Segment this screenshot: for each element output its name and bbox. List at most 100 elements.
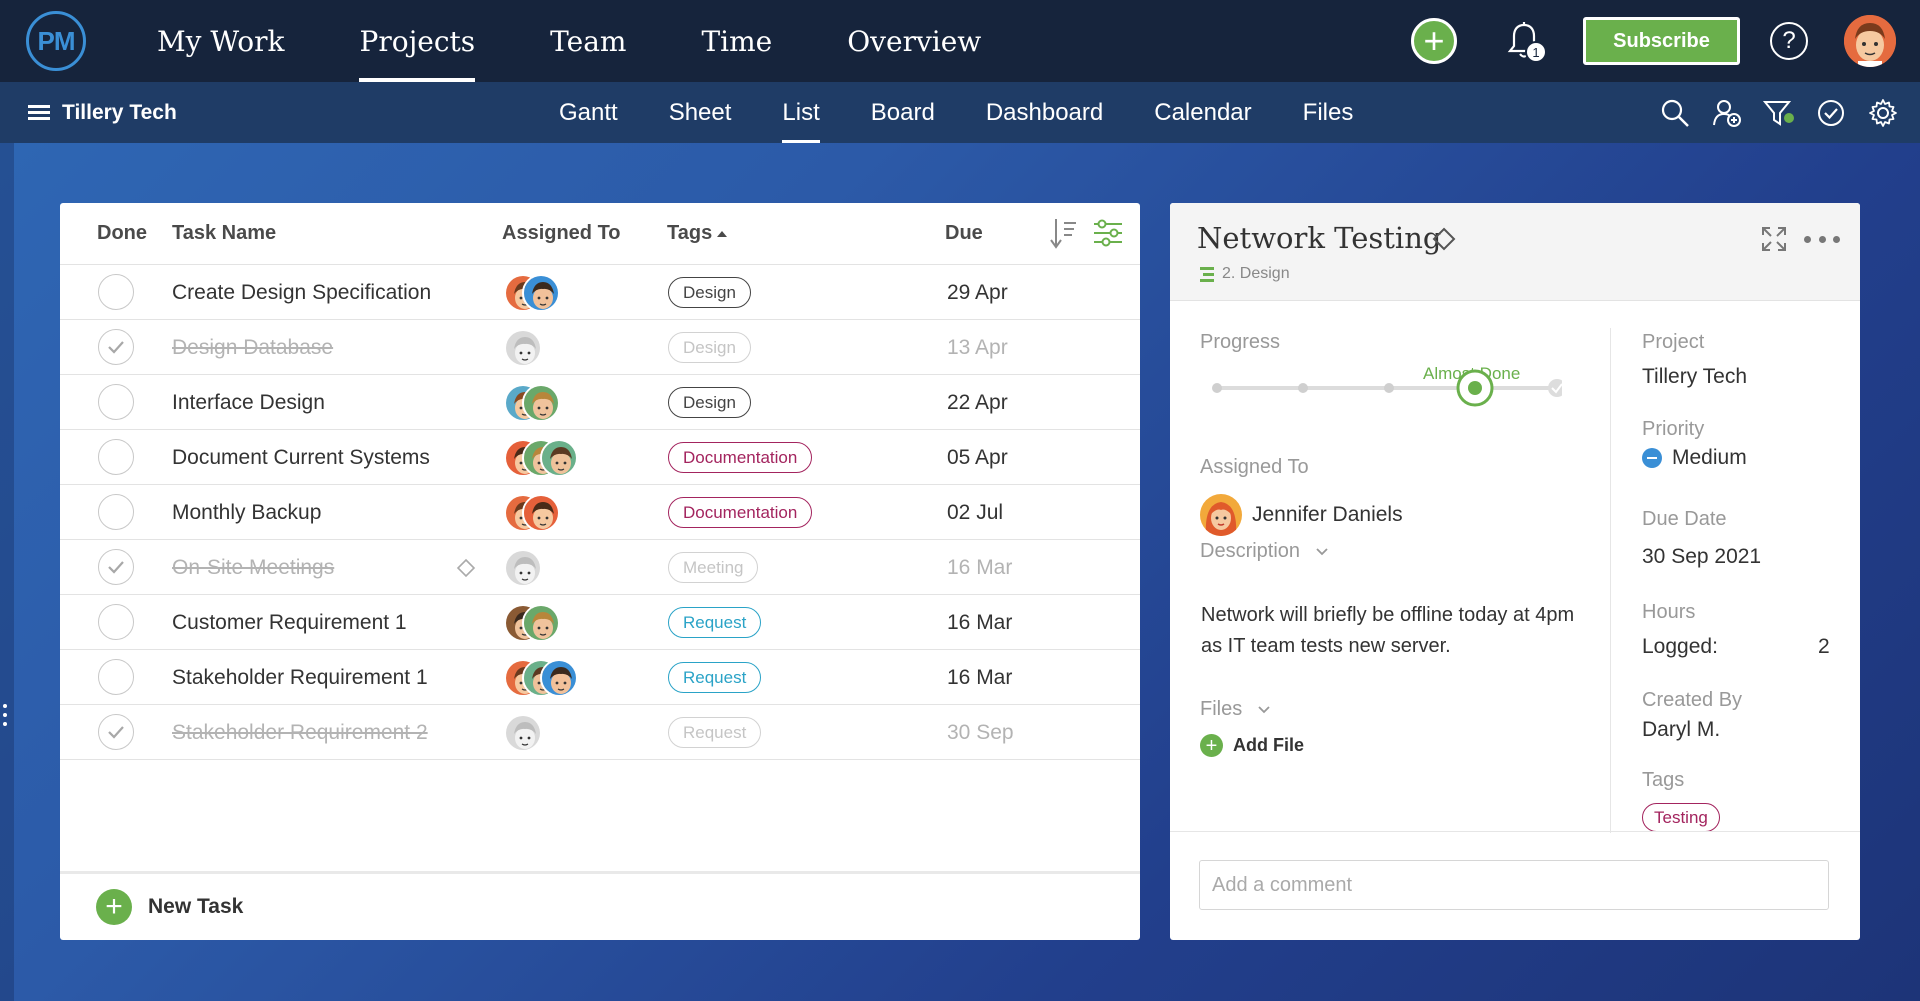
table-row[interactable]: On-Site Meetings Meeting 16 Mar: [60, 540, 1140, 595]
subscribe-button[interactable]: Subscribe: [1583, 17, 1740, 65]
nav-overview[interactable]: Overview: [847, 0, 981, 82]
avatar[interactable]: [540, 439, 578, 477]
user-avatar[interactable]: [1844, 15, 1896, 67]
task-name[interactable]: On-Site Meetings: [172, 540, 334, 595]
complete-checkbox[interactable]: [98, 329, 134, 365]
avatar[interactable]: [522, 494, 560, 532]
column-header-task-name[interactable]: Task Name: [172, 203, 276, 264]
nav-time[interactable]: Time: [701, 0, 772, 82]
column-settings-sliders-icon[interactable]: [1092, 217, 1124, 249]
due-date[interactable]: 30 Sep: [947, 705, 1014, 760]
milestone-diamond-icon[interactable]: [456, 558, 476, 578]
priority-select[interactable]: Medium: [1642, 446, 1747, 470]
assignee-avatars[interactable]: [504, 604, 560, 642]
assignee[interactable]: Jennifer Daniels: [1200, 494, 1403, 536]
complete-checkbox[interactable]: [98, 494, 134, 530]
avatar[interactable]: [540, 659, 578, 697]
due-date[interactable]: 13 Apr: [947, 320, 1008, 375]
tab-calendar[interactable]: Calendar: [1154, 82, 1251, 143]
add-new-button[interactable]: +: [1411, 18, 1457, 64]
task-name[interactable]: Document Current Systems: [172, 430, 430, 485]
task-tag[interactable]: Documentation: [668, 442, 813, 473]
notifications-bell-icon[interactable]: 1: [1507, 21, 1547, 63]
due-date[interactable]: 22 Apr: [947, 375, 1008, 430]
progress-step-2[interactable]: [1384, 383, 1394, 393]
avatar[interactable]: [504, 549, 542, 587]
milestone-diamond-icon[interactable]: [1432, 227, 1456, 251]
parent-task-breadcrumb[interactable]: 2. Design: [1200, 265, 1290, 283]
assignee-avatars[interactable]: [504, 659, 578, 697]
detail-task-title[interactable]: Network Testing: [1197, 221, 1441, 255]
table-row[interactable]: Stakeholder Requirement 1 Request 16 Mar: [60, 650, 1140, 705]
assignee-avatars[interactable]: [504, 439, 578, 477]
search-icon[interactable]: [1658, 96, 1692, 130]
progress-slider[interactable]: [1212, 363, 1562, 413]
due-date[interactable]: 16 Mar: [947, 650, 1012, 705]
expand-icon[interactable]: [1760, 225, 1788, 253]
more-options-icon[interactable]: [1804, 225, 1840, 253]
nav-team[interactable]: Team: [550, 0, 626, 82]
pm-logo[interactable]: PM: [26, 11, 86, 71]
progress-step-1[interactable]: [1298, 383, 1308, 393]
nav-my-work[interactable]: My Work: [157, 0, 284, 82]
table-row[interactable]: Design Database Design 13 Apr: [60, 320, 1140, 375]
assignee-avatars[interactable]: [504, 384, 560, 422]
tab-dashboard[interactable]: Dashboard: [986, 82, 1103, 143]
tab-board[interactable]: Board: [871, 82, 935, 143]
due-date[interactable]: 16 Mar: [947, 595, 1012, 650]
help-icon[interactable]: ?: [1770, 22, 1808, 60]
table-row[interactable]: Document Current Systems Documentation 05 …: [60, 430, 1140, 485]
column-header-done[interactable]: Done: [97, 203, 147, 264]
task-tag[interactable]: Request: [668, 662, 762, 693]
due-date[interactable]: 16 Mar: [947, 540, 1012, 595]
due-date-value[interactable]: 30 Sep 2021: [1642, 545, 1761, 569]
task-name[interactable]: Stakeholder Requirement 2: [172, 705, 428, 760]
table-row[interactable]: Create Design Specification Design 29 Apr: [60, 265, 1140, 320]
assignee-avatars[interactable]: [504, 549, 542, 587]
task-tag[interactable]: Design: [668, 387, 751, 418]
column-header-due[interactable]: Due: [945, 203, 983, 264]
complete-checkbox[interactable]: [98, 604, 134, 640]
task-tag[interactable]: Design: [668, 277, 751, 308]
avatar[interactable]: [504, 329, 542, 367]
complete-checkbox[interactable]: [98, 274, 134, 310]
project-menu-toggle[interactable]: Tillery Tech: [28, 82, 177, 143]
complete-checkbox[interactable]: [98, 714, 134, 750]
files-toggle[interactable]: Files: [1200, 698, 1270, 721]
task-name[interactable]: Customer Requirement 1: [172, 595, 407, 650]
task-tag[interactable]: Meeting: [668, 552, 759, 583]
avatar[interactable]: [504, 714, 542, 752]
complete-checkbox[interactable]: [98, 384, 134, 420]
assignee-avatars[interactable]: [504, 274, 560, 312]
complete-checkbox[interactable]: [98, 659, 134, 695]
assignee-avatars[interactable]: [504, 494, 560, 532]
task-tag[interactable]: Request: [668, 607, 762, 638]
assignee-avatars[interactable]: [504, 329, 542, 367]
task-tag[interactable]: Request: [668, 717, 762, 748]
add-user-icon[interactable]: [1710, 96, 1744, 130]
complete-checkbox[interactable]: [98, 549, 134, 585]
table-row[interactable]: Monthly Backup Documentation 02 Jul: [60, 485, 1140, 540]
sort-order-icon[interactable]: [1048, 215, 1078, 251]
table-row[interactable]: Customer Requirement 1 Request 16 Mar: [60, 595, 1140, 650]
tag-testing[interactable]: Testing: [1642, 803, 1720, 832]
column-header-tags[interactable]: Tags: [667, 203, 729, 264]
column-header-assigned[interactable]: Assigned To: [502, 203, 621, 264]
task-name[interactable]: Monthly Backup: [172, 485, 321, 540]
task-tag[interactable]: Design: [668, 332, 751, 363]
add-file-button[interactable]: + Add File: [1200, 734, 1304, 757]
progress-step-0[interactable]: [1212, 383, 1222, 393]
nav-projects[interactable]: Projects: [359, 0, 475, 82]
task-name[interactable]: Create Design Specification: [172, 265, 431, 320]
task-name[interactable]: Design Database: [172, 320, 333, 375]
avatar[interactable]: [522, 604, 560, 642]
task-name[interactable]: Interface Design: [172, 375, 325, 430]
task-tag[interactable]: Documentation: [668, 497, 813, 528]
assignee-avatars[interactable]: [504, 714, 542, 752]
avatar[interactable]: [522, 384, 560, 422]
avatar[interactable]: [522, 274, 560, 312]
due-date[interactable]: 05 Apr: [947, 430, 1008, 485]
check-circle-icon[interactable]: [1814, 96, 1848, 130]
description-toggle[interactable]: Description: [1200, 540, 1328, 563]
new-task-button[interactable]: + New Task: [96, 888, 243, 926]
